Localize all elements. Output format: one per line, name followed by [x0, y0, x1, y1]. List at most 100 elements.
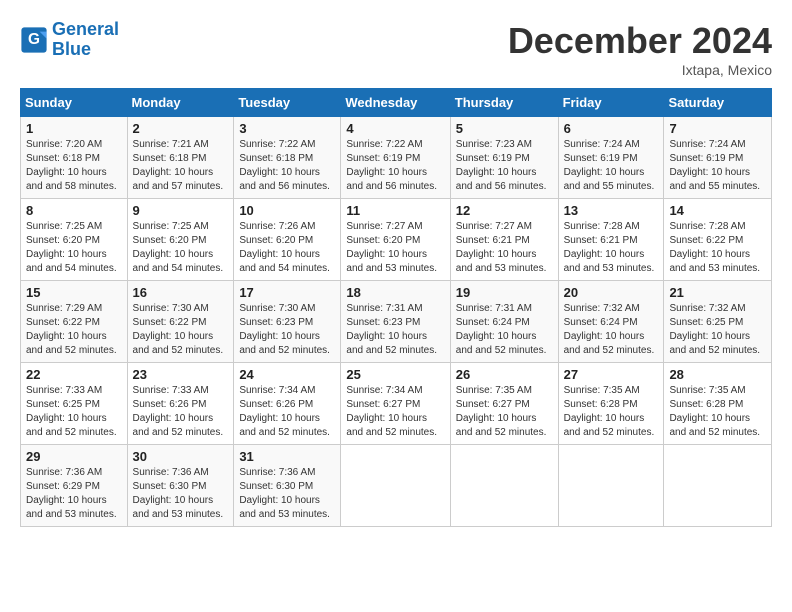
day-cell-4: 4 Sunrise: 7:22 AM Sunset: 6:19 PM Dayli… [341, 117, 450, 199]
day-number: 27 [564, 367, 659, 382]
empty-cell [664, 445, 772, 527]
day-info: Sunrise: 7:29 AM Sunset: 6:22 PM Dayligh… [26, 302, 122, 358]
day-cell-23: 23 Sunrise: 7:33 AM Sunset: 6:26 PM Dayl… [127, 363, 234, 445]
calendar-table: Sunday Monday Tuesday Wednesday Thursday… [20, 88, 772, 527]
day-info: Sunrise: 7:22 AM Sunset: 6:18 PM Dayligh… [239, 138, 335, 194]
day-info: Sunrise: 7:35 AM Sunset: 6:27 PM Dayligh… [456, 384, 553, 440]
day-cell-9: 9 Sunrise: 7:25 AM Sunset: 6:20 PM Dayli… [127, 199, 234, 281]
day-info: Sunrise: 7:22 AM Sunset: 6:19 PM Dayligh… [346, 138, 444, 194]
day-number: 24 [239, 367, 335, 382]
day-cell-20: 20 Sunrise: 7:32 AM Sunset: 6:24 PM Dayl… [558, 281, 664, 363]
day-cell-7: 7 Sunrise: 7:24 AM Sunset: 6:19 PM Dayli… [664, 117, 772, 199]
day-info: Sunrise: 7:35 AM Sunset: 6:28 PM Dayligh… [669, 384, 766, 440]
week-row: 8 Sunrise: 7:25 AM Sunset: 6:20 PM Dayli… [21, 199, 772, 281]
day-cell-15: 15 Sunrise: 7:29 AM Sunset: 6:22 PM Dayl… [21, 281, 128, 363]
location: Ixtapa, Mexico [508, 62, 772, 78]
day-number: 12 [456, 203, 553, 218]
day-cell-25: 25 Sunrise: 7:34 AM Sunset: 6:27 PM Dayl… [341, 363, 450, 445]
day-number: 10 [239, 203, 335, 218]
empty-cell [341, 445, 450, 527]
page-header: G General Blue December 2024 Ixtapa, Mex… [20, 20, 772, 78]
day-info: Sunrise: 7:34 AM Sunset: 6:26 PM Dayligh… [239, 384, 335, 440]
col-wednesday: Wednesday [341, 89, 450, 117]
day-info: Sunrise: 7:31 AM Sunset: 6:24 PM Dayligh… [456, 302, 553, 358]
col-saturday: Saturday [664, 89, 772, 117]
logo-text: General Blue [52, 20, 119, 60]
day-cell-12: 12 Sunrise: 7:27 AM Sunset: 6:21 PM Dayl… [450, 199, 558, 281]
col-friday: Friday [558, 89, 664, 117]
day-info: Sunrise: 7:31 AM Sunset: 6:23 PM Dayligh… [346, 302, 444, 358]
month-title: December 2024 [508, 20, 772, 62]
week-row: 22 Sunrise: 7:33 AM Sunset: 6:25 PM Dayl… [21, 363, 772, 445]
day-number: 15 [26, 285, 122, 300]
day-number: 20 [564, 285, 659, 300]
day-cell-2: 2 Sunrise: 7:21 AM Sunset: 6:18 PM Dayli… [127, 117, 234, 199]
day-info: Sunrise: 7:20 AM Sunset: 6:18 PM Dayligh… [26, 138, 122, 194]
day-info: Sunrise: 7:33 AM Sunset: 6:26 PM Dayligh… [133, 384, 229, 440]
day-cell-6: 6 Sunrise: 7:24 AM Sunset: 6:19 PM Dayli… [558, 117, 664, 199]
col-sunday: Sunday [21, 89, 128, 117]
day-info: Sunrise: 7:30 AM Sunset: 6:23 PM Dayligh… [239, 302, 335, 358]
day-number: 8 [26, 203, 122, 218]
day-number: 19 [456, 285, 553, 300]
day-info: Sunrise: 7:24 AM Sunset: 6:19 PM Dayligh… [669, 138, 766, 194]
svg-text:G: G [28, 31, 40, 48]
empty-cell [450, 445, 558, 527]
day-number: 28 [669, 367, 766, 382]
day-number: 7 [669, 121, 766, 136]
day-info: Sunrise: 7:26 AM Sunset: 6:20 PM Dayligh… [239, 220, 335, 276]
day-info: Sunrise: 7:32 AM Sunset: 6:24 PM Dayligh… [564, 302, 659, 358]
day-cell-26: 26 Sunrise: 7:35 AM Sunset: 6:27 PM Dayl… [450, 363, 558, 445]
logo-line1: General [52, 19, 119, 39]
day-cell-3: 3 Sunrise: 7:22 AM Sunset: 6:18 PM Dayli… [234, 117, 341, 199]
day-info: Sunrise: 7:35 AM Sunset: 6:28 PM Dayligh… [564, 384, 659, 440]
day-number: 9 [133, 203, 229, 218]
day-number: 6 [564, 121, 659, 136]
day-cell-31: 31 Sunrise: 7:36 AM Sunset: 6:30 PM Dayl… [234, 445, 341, 527]
day-info: Sunrise: 7:36 AM Sunset: 6:30 PM Dayligh… [133, 466, 229, 522]
day-cell-5: 5 Sunrise: 7:23 AM Sunset: 6:19 PM Dayli… [450, 117, 558, 199]
week-row: 1 Sunrise: 7:20 AM Sunset: 6:18 PM Dayli… [21, 117, 772, 199]
day-cell-11: 11 Sunrise: 7:27 AM Sunset: 6:20 PM Dayl… [341, 199, 450, 281]
day-number: 14 [669, 203, 766, 218]
day-info: Sunrise: 7:25 AM Sunset: 6:20 PM Dayligh… [133, 220, 229, 276]
day-number: 25 [346, 367, 444, 382]
day-number: 21 [669, 285, 766, 300]
day-cell-19: 19 Sunrise: 7:31 AM Sunset: 6:24 PM Dayl… [450, 281, 558, 363]
day-cell-10: 10 Sunrise: 7:26 AM Sunset: 6:20 PM Dayl… [234, 199, 341, 281]
day-cell-13: 13 Sunrise: 7:28 AM Sunset: 6:21 PM Dayl… [558, 199, 664, 281]
day-info: Sunrise: 7:36 AM Sunset: 6:30 PM Dayligh… [239, 466, 335, 522]
day-cell-30: 30 Sunrise: 7:36 AM Sunset: 6:30 PM Dayl… [127, 445, 234, 527]
day-info: Sunrise: 7:34 AM Sunset: 6:27 PM Dayligh… [346, 384, 444, 440]
day-cell-1: 1 Sunrise: 7:20 AM Sunset: 6:18 PM Dayli… [21, 117, 128, 199]
day-info: Sunrise: 7:25 AM Sunset: 6:20 PM Dayligh… [26, 220, 122, 276]
day-number: 5 [456, 121, 553, 136]
logo: G General Blue [20, 20, 119, 60]
day-number: 22 [26, 367, 122, 382]
header-row: Sunday Monday Tuesday Wednesday Thursday… [21, 89, 772, 117]
day-number: 31 [239, 449, 335, 464]
day-cell-16: 16 Sunrise: 7:30 AM Sunset: 6:22 PM Dayl… [127, 281, 234, 363]
day-info: Sunrise: 7:24 AM Sunset: 6:19 PM Dayligh… [564, 138, 659, 194]
day-number: 30 [133, 449, 229, 464]
day-cell-22: 22 Sunrise: 7:33 AM Sunset: 6:25 PM Dayl… [21, 363, 128, 445]
day-number: 18 [346, 285, 444, 300]
day-number: 26 [456, 367, 553, 382]
col-monday: Monday [127, 89, 234, 117]
day-info: Sunrise: 7:30 AM Sunset: 6:22 PM Dayligh… [133, 302, 229, 358]
day-info: Sunrise: 7:28 AM Sunset: 6:21 PM Dayligh… [564, 220, 659, 276]
day-number: 4 [346, 121, 444, 136]
day-cell-27: 27 Sunrise: 7:35 AM Sunset: 6:28 PM Dayl… [558, 363, 664, 445]
day-number: 16 [133, 285, 229, 300]
empty-cell [558, 445, 664, 527]
day-cell-24: 24 Sunrise: 7:34 AM Sunset: 6:26 PM Dayl… [234, 363, 341, 445]
day-cell-8: 8 Sunrise: 7:25 AM Sunset: 6:20 PM Dayli… [21, 199, 128, 281]
day-number: 3 [239, 121, 335, 136]
title-block: December 2024 Ixtapa, Mexico [508, 20, 772, 78]
day-info: Sunrise: 7:33 AM Sunset: 6:25 PM Dayligh… [26, 384, 122, 440]
day-cell-14: 14 Sunrise: 7:28 AM Sunset: 6:22 PM Dayl… [664, 199, 772, 281]
day-number: 1 [26, 121, 122, 136]
logo-icon: G [20, 26, 48, 54]
day-number: 13 [564, 203, 659, 218]
col-thursday: Thursday [450, 89, 558, 117]
